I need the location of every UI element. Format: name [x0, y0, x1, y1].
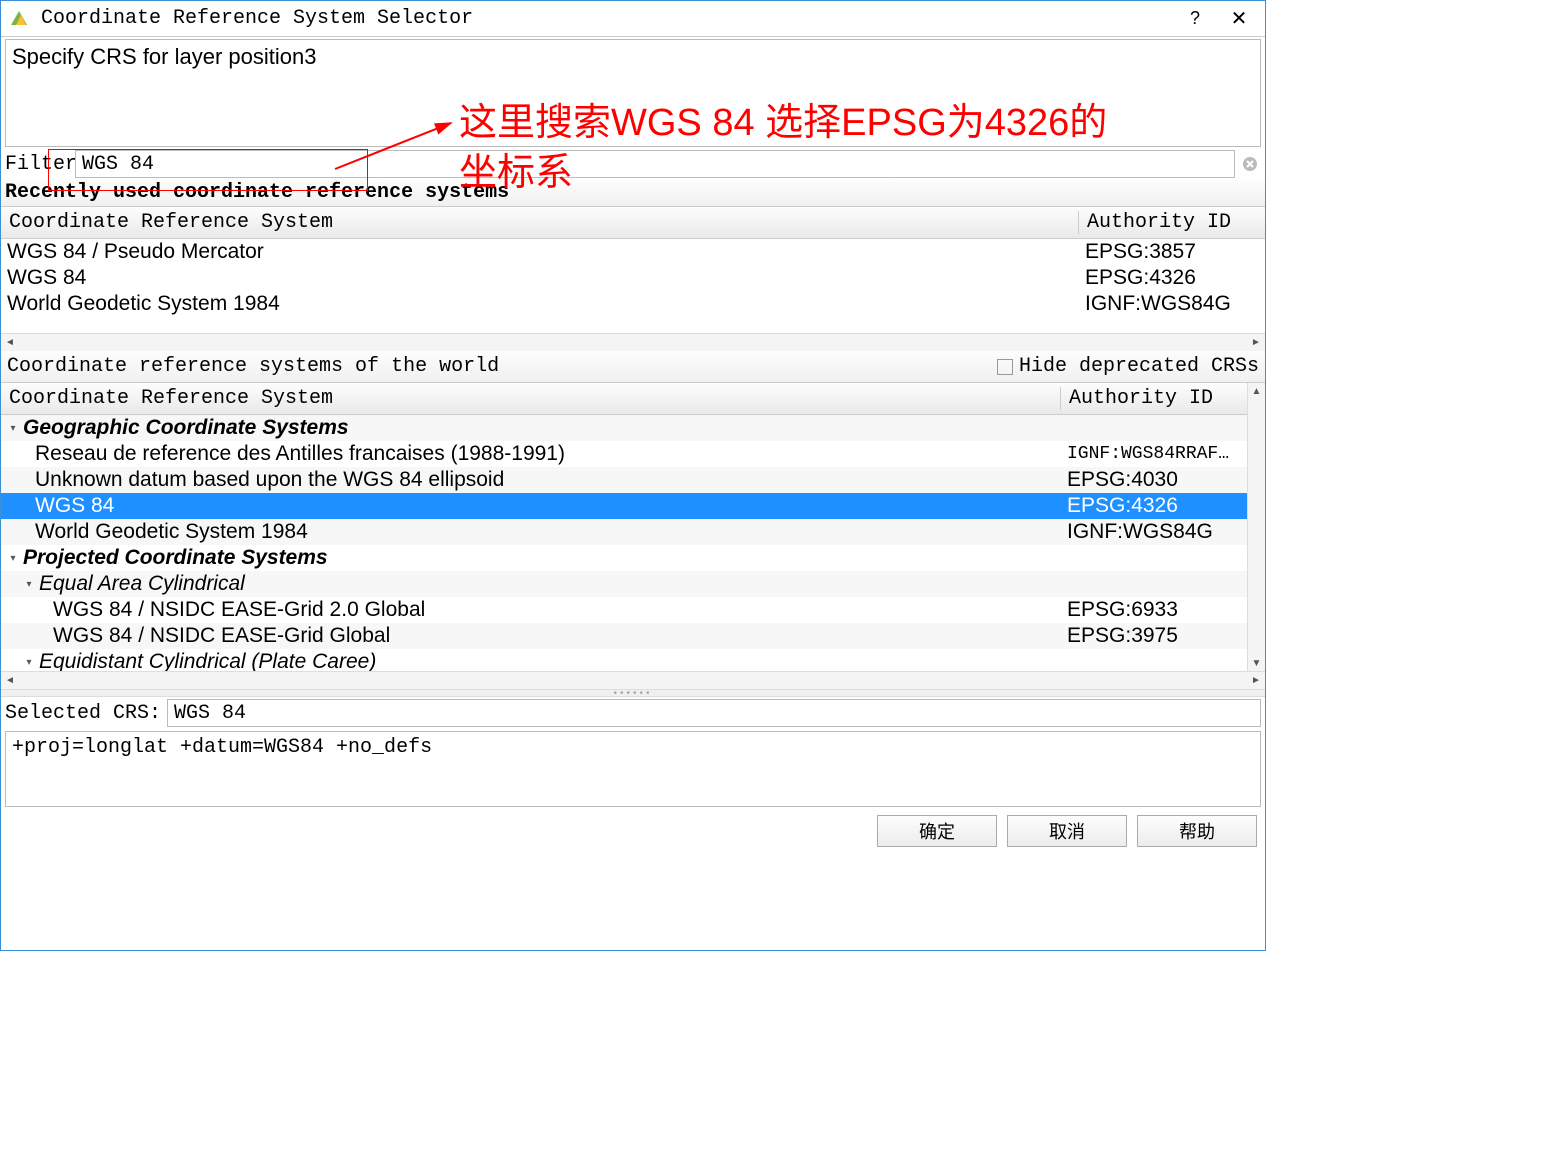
- col-crs-header[interactable]: Coordinate Reference System: [1, 211, 1079, 234]
- selected-crs-value: WGS 84: [167, 699, 1261, 727]
- col-crs-header[interactable]: Coordinate Reference System: [1, 387, 1061, 410]
- tree-item[interactable]: Unknown datum based upon the WGS 84 elli…: [1, 467, 1247, 493]
- world-label: Coordinate reference systems of the worl…: [7, 355, 997, 378]
- proj-string: +proj=longlat +datum=WGS84 +no_defs: [12, 736, 432, 759]
- proj-string-box: +proj=longlat +datum=WGS84 +no_defs: [5, 731, 1261, 807]
- recent-header: Recently used coordinate reference syste…: [1, 179, 1265, 206]
- world-column-headers: Coordinate Reference System Authority ID: [1, 383, 1247, 415]
- tree-group[interactable]: ▾ Geographic Coordinate Systems: [1, 415, 1247, 441]
- cancel-button[interactable]: 取消: [1007, 815, 1127, 847]
- tree-subgroup[interactable]: ▾ Equidistant Cylindrical (Plate Caree): [1, 649, 1247, 671]
- scroll-left-icon[interactable]: ◄: [1, 673, 19, 689]
- instruction-box: Specify CRS for layer position3: [5, 39, 1261, 147]
- hide-deprecated-label: Hide deprecated CRSs: [1019, 355, 1259, 378]
- recent-row[interactable]: WGS 84 EPSG:4326: [1, 265, 1265, 291]
- col-auth-header[interactable]: Authority ID: [1079, 211, 1265, 234]
- recent-scrollbar-h[interactable]: ◄ ►: [1, 333, 1265, 351]
- clear-filter-icon[interactable]: [1239, 153, 1261, 175]
- resize-grip[interactable]: ••••••: [1, 689, 1265, 697]
- window-title: Coordinate Reference System Selector: [41, 7, 1173, 30]
- app-icon: [5, 5, 33, 33]
- collapse-icon[interactable]: ▾: [7, 422, 19, 434]
- hide-deprecated-checkbox[interactable]: [997, 359, 1013, 375]
- world-section-header: Coordinate reference systems of the worl…: [1, 351, 1265, 382]
- close-button[interactable]: ✕: [1217, 5, 1261, 33]
- tree-item[interactable]: Reseau de reference des Antilles francai…: [1, 441, 1247, 467]
- col-auth-header[interactable]: Authority ID: [1061, 387, 1247, 410]
- filter-label: Filter: [5, 153, 75, 176]
- collapse-icon[interactable]: ▾: [7, 552, 19, 564]
- collapse-icon[interactable]: ▾: [23, 656, 35, 668]
- help-button[interactable]: ?: [1173, 5, 1217, 33]
- tree-item[interactable]: WGS 84 / NSIDC EASE-Grid Global EPSG:397…: [1, 623, 1247, 649]
- instruction-text: Specify CRS for layer position3: [12, 44, 316, 69]
- recent-list: Coordinate Reference System Authority ID…: [1, 206, 1265, 351]
- scroll-up-icon[interactable]: ▲: [1248, 383, 1266, 399]
- selected-crs-label: Selected CRS:: [5, 702, 161, 725]
- tree-group[interactable]: ▾ Projected Coordinate Systems: [1, 545, 1247, 571]
- filter-row: Filter: [1, 149, 1265, 179]
- scroll-right-icon[interactable]: ►: [1247, 335, 1265, 351]
- recent-row[interactable]: World Geodetic System 1984 IGNF:WGS84G: [1, 291, 1265, 317]
- filter-input[interactable]: [75, 150, 1235, 178]
- recent-column-headers: Coordinate Reference System Authority ID: [1, 207, 1265, 239]
- scroll-down-icon[interactable]: ▼: [1248, 655, 1266, 671]
- titlebar: Coordinate Reference System Selector ? ✕: [1, 1, 1265, 37]
- tree-item[interactable]: WGS 84 / NSIDC EASE-Grid 2.0 Global EPSG…: [1, 597, 1247, 623]
- tree-scrollbar-v[interactable]: ▲ ▼: [1247, 383, 1265, 671]
- selected-crs-row: Selected CRS: WGS 84: [1, 697, 1265, 729]
- recent-row[interactable]: WGS 84 / Pseudo Mercator EPSG:3857: [1, 239, 1265, 265]
- button-row: 确定 取消 帮助: [1, 809, 1265, 847]
- tree-subgroup[interactable]: ▾ Equal Area Cylindrical: [1, 571, 1247, 597]
- tree-item[interactable]: World Geodetic System 1984 IGNF:WGS84G: [1, 519, 1247, 545]
- tree-item-selected[interactable]: WGS 84 EPSG:4326: [1, 493, 1247, 519]
- scroll-left-icon[interactable]: ◄: [1, 335, 19, 351]
- world-tree: Coordinate Reference System Authority ID…: [1, 382, 1265, 671]
- ok-button[interactable]: 确定: [877, 815, 997, 847]
- dialog-window: Coordinate Reference System Selector ? ✕…: [0, 0, 1266, 951]
- help-button-bottom[interactable]: 帮助: [1137, 815, 1257, 847]
- scroll-right-icon[interactable]: ►: [1247, 673, 1265, 689]
- tree-scrollbar-h[interactable]: ◄ ►: [1, 671, 1265, 689]
- collapse-icon[interactable]: ▾: [23, 578, 35, 590]
